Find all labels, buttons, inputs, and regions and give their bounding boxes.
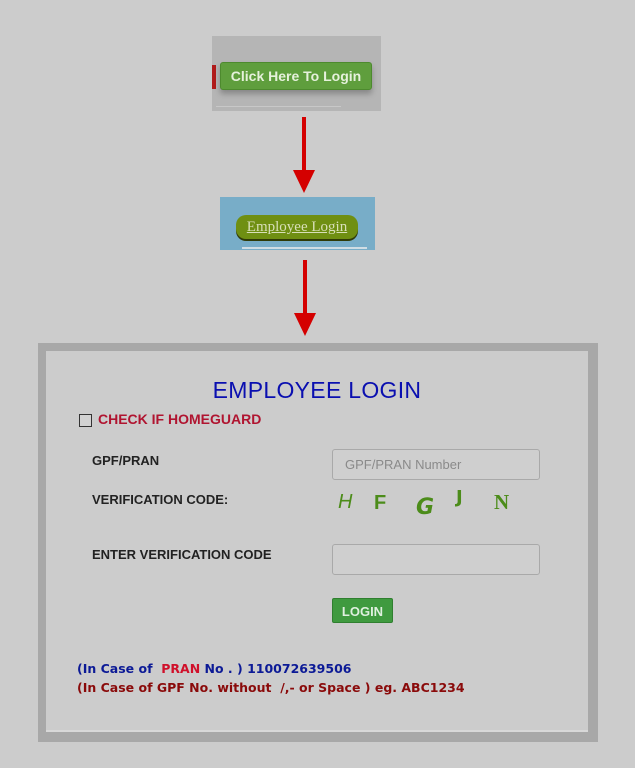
login-button[interactable]: LOGIN xyxy=(332,598,393,623)
captcha-char: H xyxy=(338,491,353,513)
login-panel: EMPLOYEE LOGIN CHECK IF HOMEGUARD GPF/PR… xyxy=(46,351,588,732)
step1-underline xyxy=(216,106,341,107)
arrow-down-icon xyxy=(294,260,316,336)
pran-note: (In Case of PRAN No . ) 110072639506 xyxy=(77,661,351,676)
pran-note-suffix: No . ) 110072639506 xyxy=(200,661,352,676)
click-here-to-login-button[interactable]: Click Here To Login xyxy=(220,62,372,90)
step2-underline xyxy=(242,247,367,249)
gpf-pran-input[interactable] xyxy=(332,449,540,480)
homeguard-label: CHECK IF HOMEGUARD xyxy=(98,411,262,427)
pran-note-keyword: PRAN xyxy=(161,661,201,676)
step1-panel: Click Here To Login xyxy=(212,36,381,111)
login-panel-frame: EMPLOYEE LOGIN CHECK IF HOMEGUARD GPF/PR… xyxy=(38,343,598,742)
captcha-char: G xyxy=(416,495,435,520)
captcha-char: J xyxy=(456,487,463,508)
gpf-pran-label: GPF/PRAN xyxy=(92,453,160,468)
homeguard-row: CHECK IF HOMEGUARD xyxy=(79,411,261,427)
enter-verification-code-label: ENTER VERIFICATION CODE xyxy=(92,547,272,562)
step2-panel: Employee Login xyxy=(220,197,375,250)
pran-note-prefix: (In Case of xyxy=(77,661,162,676)
captcha-char: N xyxy=(494,490,510,514)
homeguard-checkbox[interactable] xyxy=(79,414,92,427)
gpf-note: (In Case of GPF No. without /,- or Space… xyxy=(77,680,465,695)
arrow-down-icon xyxy=(293,117,315,193)
red-edge-marker xyxy=(212,65,216,89)
captcha-char: F xyxy=(374,492,387,514)
captcha-image: H F G J N xyxy=(338,487,538,521)
verification-code-label: VERIFICATION CODE: xyxy=(92,492,229,507)
employee-login-button[interactable]: Employee Login xyxy=(236,215,358,239)
verification-code-input[interactable] xyxy=(332,544,540,575)
login-title: EMPLOYEE LOGIN xyxy=(212,377,422,403)
